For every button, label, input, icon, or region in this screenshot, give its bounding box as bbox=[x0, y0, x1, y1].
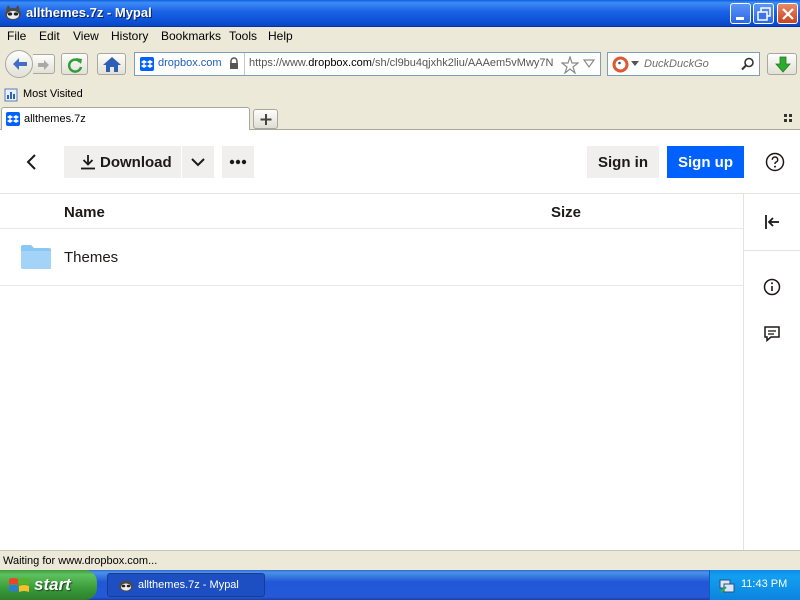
menu-view[interactable]: View bbox=[73, 29, 99, 43]
bookmarks-toolbar: Most Visited bbox=[0, 85, 800, 105]
column-header-row: Name Size bbox=[0, 194, 743, 229]
status-text: Waiting for www.dropbox.com... bbox=[3, 555, 158, 567]
reload-button[interactable] bbox=[61, 53, 88, 75]
sign-up-button[interactable]: Sign up bbox=[667, 146, 744, 178]
dropbox-header: Download Sign in Sign up bbox=[0, 130, 800, 194]
download-button[interactable]: Download bbox=[64, 146, 181, 178]
url-dropdown-icon[interactable] bbox=[583, 59, 595, 69]
help-button[interactable] bbox=[765, 152, 785, 172]
help-icon bbox=[765, 152, 785, 172]
menu-tools[interactable]: Tools bbox=[229, 29, 257, 43]
chevron-down-icon bbox=[191, 158, 205, 167]
collapse-panel-icon[interactable] bbox=[763, 213, 781, 231]
rail-top-section bbox=[744, 194, 800, 251]
menu-help[interactable]: Help bbox=[268, 29, 293, 43]
download-icon bbox=[81, 155, 95, 170]
clock: 11:43 PM bbox=[741, 578, 788, 590]
sign-up-label: Sign up bbox=[678, 154, 733, 171]
minimize-button[interactable] bbox=[730, 3, 751, 24]
site-identity-box[interactable]: dropbox.com bbox=[135, 53, 245, 75]
more-options-button[interactable] bbox=[222, 146, 254, 178]
menu-bookmarks[interactable]: Bookmarks bbox=[161, 29, 221, 43]
column-header-size[interactable]: Size bbox=[551, 204, 581, 221]
new-tab-button[interactable] bbox=[253, 109, 278, 129]
tab-list-icon[interactable] bbox=[784, 114, 794, 124]
windows-logo-icon bbox=[9, 578, 29, 592]
lock-icon bbox=[230, 57, 238, 69]
url-path: /sh/cl9bu4qjxhk2liu/AAAem5vMwy7N bbox=[371, 57, 554, 69]
chevron-left-icon bbox=[26, 154, 36, 170]
forward-button[interactable] bbox=[33, 54, 55, 74]
tab-allthemes[interactable]: allthemes.7z bbox=[1, 107, 250, 131]
address-bar[interactable]: dropbox.com https://www.dropbox.com/sh/c… bbox=[134, 52, 601, 76]
network-icon[interactable] bbox=[718, 576, 736, 594]
side-rail bbox=[743, 194, 800, 550]
site-identity-label: dropbox.com bbox=[158, 57, 222, 69]
bookmark-most-visited[interactable]: Most Visited bbox=[23, 88, 83, 100]
menu-history[interactable]: History bbox=[111, 29, 148, 43]
search-engine-dropdown-icon[interactable] bbox=[631, 61, 639, 67]
restore-button[interactable] bbox=[753, 3, 774, 24]
sign-in-label: Sign in bbox=[598, 154, 648, 171]
forward-arrow-icon bbox=[38, 60, 49, 70]
file-list: Name Size Themes bbox=[0, 194, 743, 550]
title-bar[interactable]: allthemes.7z - Mypal bbox=[0, 0, 800, 27]
mypal-raccoon-icon bbox=[119, 580, 133, 592]
home-icon bbox=[103, 57, 121, 72]
system-tray: 11:43 PM bbox=[709, 570, 800, 600]
back-button[interactable] bbox=[5, 50, 33, 78]
mypal-raccoon-icon bbox=[5, 5, 21, 20]
page-content: Download Sign in Sign up Name Size Theme… bbox=[0, 130, 800, 550]
menu-bar: File Edit View History Bookmarks Tools H… bbox=[0, 27, 800, 45]
back-nav-button[interactable] bbox=[20, 150, 44, 174]
navigation-toolbar: dropbox.com https://www.dropbox.com/sh/c… bbox=[0, 45, 800, 85]
download-label: Download bbox=[100, 154, 172, 171]
taskbar-item-mypal[interactable]: allthemes.7z - Mypal bbox=[107, 573, 265, 597]
comment-icon[interactable] bbox=[763, 325, 781, 343]
back-arrow-icon bbox=[13, 58, 27, 70]
search-placeholder: DuckDuckGo bbox=[644, 58, 709, 70]
taskbar-item-label: allthemes.7z - Mypal bbox=[138, 579, 239, 591]
more-dots-icon bbox=[229, 159, 247, 165]
most-visited-icon bbox=[4, 88, 18, 102]
sign-in-button[interactable]: Sign in bbox=[587, 146, 659, 178]
download-options-button[interactable] bbox=[182, 146, 214, 178]
url-host: dropbox.com bbox=[308, 57, 372, 69]
taskbar: start allthemes.7z - Mypal 11:43 PM bbox=[0, 570, 800, 600]
reload-icon bbox=[67, 58, 83, 73]
search-bar[interactable]: DuckDuckGo bbox=[607, 52, 760, 76]
file-name[interactable]: Themes bbox=[64, 249, 118, 266]
tab-title: allthemes.7z bbox=[24, 113, 86, 125]
download-arrow-icon bbox=[775, 56, 791, 73]
home-button[interactable] bbox=[97, 53, 126, 75]
menu-file[interactable]: File bbox=[7, 29, 26, 43]
column-header-name[interactable]: Name bbox=[64, 204, 105, 221]
status-bar: Waiting for www.dropbox.com... bbox=[0, 550, 800, 570]
url-prefix: https://www. bbox=[249, 57, 309, 69]
downloads-button[interactable] bbox=[767, 53, 797, 75]
url-text[interactable]: https://www.dropbox.com/sh/cl9bu4qjxhk2l… bbox=[249, 57, 559, 69]
menu-edit[interactable]: Edit bbox=[39, 29, 60, 43]
tab-strip: allthemes.7z bbox=[0, 105, 800, 131]
dropbox-favicon-icon bbox=[6, 112, 20, 126]
start-label: start bbox=[34, 575, 71, 594]
close-button[interactable] bbox=[777, 3, 798, 24]
close-icon bbox=[782, 8, 794, 20]
info-icon[interactable] bbox=[763, 278, 781, 296]
minimize-icon bbox=[736, 17, 744, 20]
bookmark-star-icon[interactable] bbox=[561, 56, 579, 74]
search-icon[interactable] bbox=[741, 57, 755, 71]
window-title: allthemes.7z - Mypal bbox=[26, 5, 152, 20]
folder-icon bbox=[21, 245, 51, 269]
table-row[interactable]: Themes bbox=[0, 229, 743, 286]
start-button[interactable]: start bbox=[0, 570, 97, 600]
duckduckgo-icon bbox=[612, 56, 629, 73]
dropbox-favicon-icon bbox=[140, 57, 154, 71]
restore-icon bbox=[757, 7, 771, 21]
plus-icon bbox=[260, 114, 272, 125]
